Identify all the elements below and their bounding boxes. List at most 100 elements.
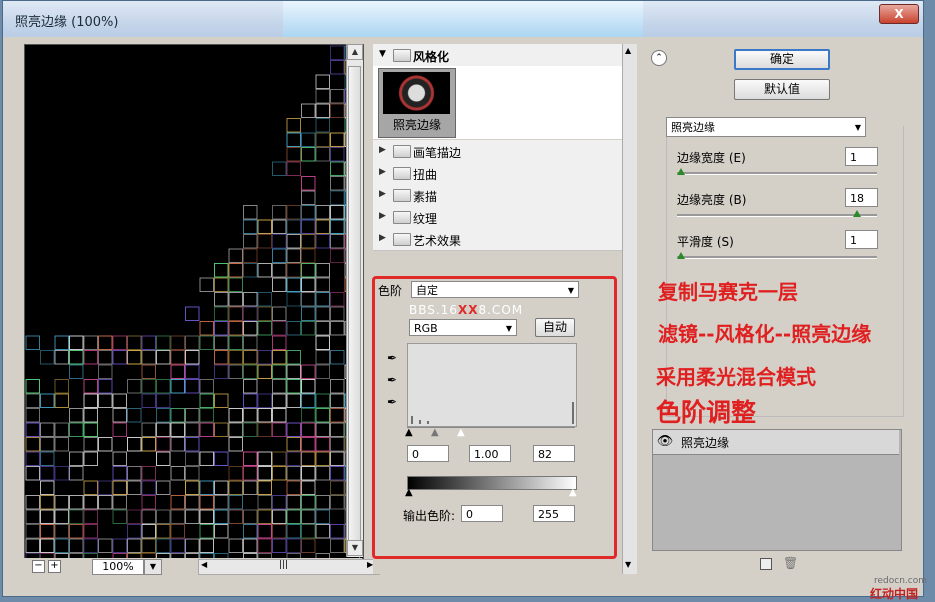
collapse-gallery-icon[interactable]: ⌃	[651, 50, 667, 66]
gallery-scrollbar[interactable]: ▲ ▼	[622, 44, 637, 574]
scroll-down-icon[interactable]: ▼	[625, 560, 631, 569]
eye-visibility-icon[interactable]: 👁	[655, 432, 675, 452]
output-white-field[interactable]: 255	[533, 505, 575, 522]
mosaic-tile	[330, 219, 345, 234]
category-brush-strokes[interactable]: ▶ 画笔描边	[373, 140, 622, 163]
mosaic-tile	[243, 321, 258, 336]
output-black-slider[interactable]: ▲	[405, 487, 413, 498]
edge-width-slider-knob[interactable]	[677, 168, 685, 175]
input-white-field[interactable]: 82	[533, 445, 575, 462]
filter-thumb-glowing-edges[interactable]: 照亮边缘	[378, 68, 456, 138]
mosaic-tile	[40, 437, 55, 452]
category-label: 风格化	[413, 50, 450, 64]
mosaic-tile	[112, 408, 127, 423]
mosaic-tile	[214, 350, 229, 365]
mosaic-tile	[228, 277, 243, 292]
scroll-down-icon[interactable]: ▼	[347, 540, 363, 556]
zoom-dropdown-icon[interactable]: ▼	[144, 559, 162, 575]
mosaic-tile	[330, 234, 345, 249]
mosaic-tile	[330, 451, 345, 466]
mosaic-tile	[170, 437, 185, 452]
input-gamma-field[interactable]: 1.00	[469, 445, 511, 462]
scroll-left-icon[interactable]: ◀	[201, 560, 207, 569]
category-label: 素描	[413, 190, 438, 204]
input-gamma-slider[interactable]: ▲	[431, 427, 439, 438]
mosaic-tile	[83, 524, 98, 539]
edge-brightness-slider-knob[interactable]	[853, 210, 862, 217]
output-white-slider[interactable]: ▲	[569, 487, 577, 498]
mosaic-tile	[330, 524, 345, 539]
mosaic-tile	[272, 161, 287, 176]
close-button[interactable]: X	[879, 4, 919, 24]
filter-select-dropdown[interactable]: 照亮边缘 ▼	[666, 117, 866, 137]
mosaic-tile	[25, 451, 40, 466]
edge-brightness-slider[interactable]	[677, 210, 877, 217]
mosaic-tile	[199, 321, 214, 336]
preview-canvas[interactable]	[24, 44, 364, 559]
smoothness-slider-knob[interactable]	[677, 252, 685, 259]
mosaic-tile	[83, 408, 98, 423]
preview-vertical-scrollbar[interactable]: ▲ ▼	[346, 44, 363, 557]
mosaic-tile	[301, 451, 316, 466]
category-texture[interactable]: ▶ 纹理	[373, 206, 622, 229]
edge-brightness-field[interactable]: 18	[845, 188, 878, 207]
mosaic-tile	[40, 495, 55, 510]
category-distort[interactable]: ▶ 扭曲	[373, 162, 622, 185]
folder-icon	[393, 211, 411, 224]
default-button[interactable]: 默认值	[734, 79, 830, 100]
white-eyedropper-icon[interactable]: ✒	[387, 395, 397, 409]
mosaic-tile	[54, 437, 69, 452]
ok-button[interactable]: 确定	[734, 49, 830, 70]
category-stylize[interactable]: ▼ 风格化	[373, 44, 622, 67]
mosaic-tile	[214, 364, 229, 379]
black-eyedropper-icon[interactable]: ✒	[387, 351, 397, 365]
mosaic-tile	[315, 205, 330, 220]
input-white-slider[interactable]: ▲	[457, 427, 465, 438]
auto-button[interactable]: 自动	[535, 318, 575, 337]
output-black-field[interactable]: 0	[461, 505, 503, 522]
collapsed-arrow-icon: ▶	[379, 167, 386, 177]
effect-layer-row[interactable]: 👁 照亮边缘	[653, 430, 899, 455]
smoothness-slider[interactable]	[677, 252, 877, 259]
input-black-slider[interactable]: ▲	[405, 427, 413, 438]
mosaic-tile	[199, 451, 214, 466]
mosaic-tile	[301, 306, 316, 321]
mosaic-tile	[170, 408, 185, 423]
mosaic-tile	[257, 408, 272, 423]
zoom-in-button[interactable]: +	[48, 560, 61, 573]
glowing-edges-preview-image	[25, 45, 363, 558]
category-artistic[interactable]: ▶ 艺术效果	[373, 228, 622, 251]
gray-eyedropper-icon[interactable]: ✒	[387, 373, 397, 387]
mosaic-tile	[257, 263, 272, 278]
delete-effect-layer-icon[interactable]: 🗑	[783, 556, 798, 570]
preview-horizontal-scrollbar[interactable]: ◀ ||| ▶	[198, 559, 380, 575]
channel-dropdown[interactable]: RGB ▼	[409, 319, 517, 336]
edge-width-slider[interactable]	[677, 168, 877, 175]
mosaic-tile	[214, 335, 229, 350]
scroll-up-icon[interactable]: ▲	[347, 44, 363, 60]
zoom-out-button[interactable]: −	[32, 560, 45, 573]
mosaic-tile	[330, 422, 345, 437]
input-black-field[interactable]: 0	[407, 445, 449, 462]
mosaic-tile	[54, 509, 69, 524]
zoom-level-field[interactable]: 100%	[92, 559, 144, 575]
smoothness-field[interactable]: 1	[845, 230, 878, 249]
category-sketch[interactable]: ▶ 素描	[373, 184, 622, 207]
mosaic-tile	[315, 524, 330, 539]
edge-width-field[interactable]: 1	[845, 147, 878, 166]
mosaic-tile	[25, 393, 40, 408]
mosaic-tile	[83, 451, 98, 466]
new-effect-layer-icon[interactable]	[760, 558, 772, 570]
scroll-thumb[interactable]	[348, 66, 361, 546]
mosaic-tile	[330, 161, 345, 176]
mosaic-tile	[25, 509, 40, 524]
scroll-up-icon[interactable]: ▲	[625, 46, 631, 55]
scroll-grip[interactable]: |||	[279, 560, 288, 570]
mosaic-tile	[25, 335, 40, 350]
levels-preset-dropdown[interactable]: 自定 ▼	[411, 281, 579, 298]
mosaic-tile	[98, 364, 113, 379]
mosaic-tile	[301, 277, 316, 292]
mosaic-tile	[330, 103, 345, 118]
mosaic-tile	[330, 437, 345, 452]
mosaic-tile	[185, 335, 200, 350]
